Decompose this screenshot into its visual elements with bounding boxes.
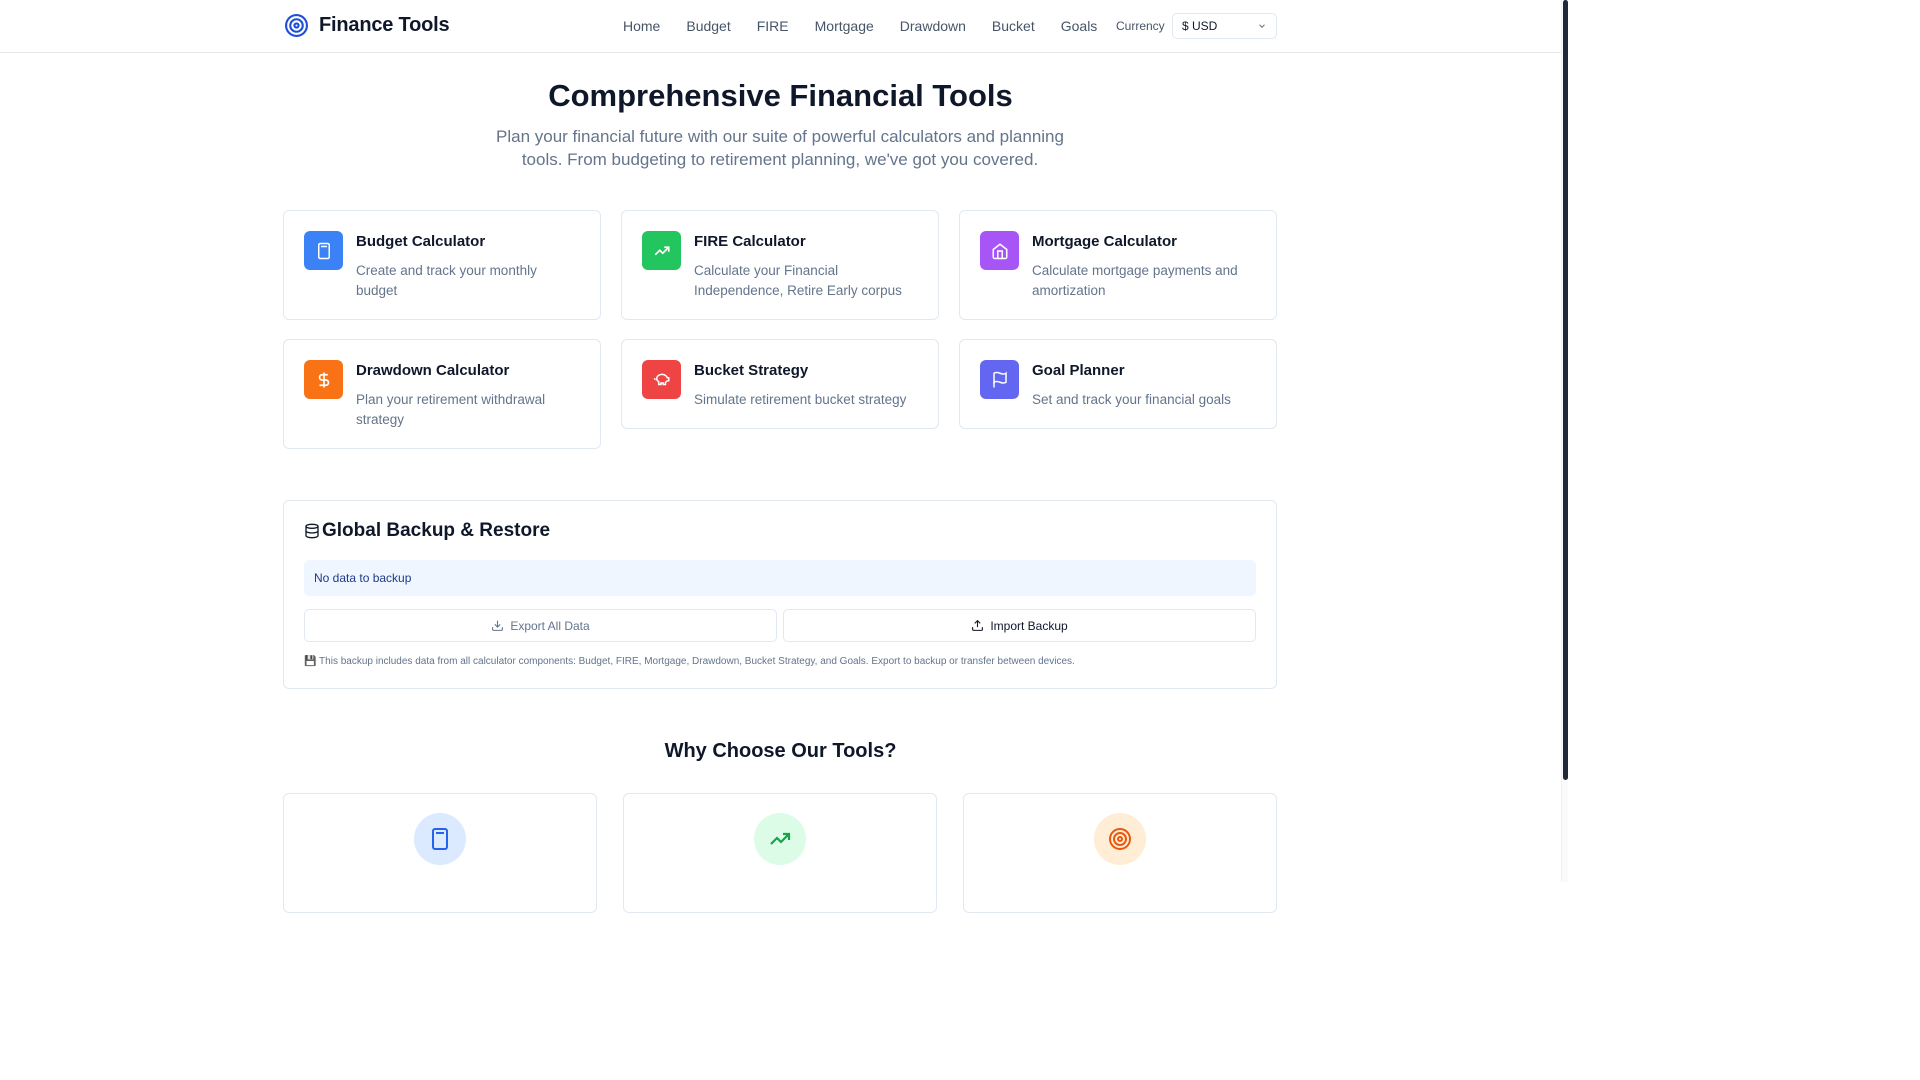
trending-up-icon <box>754 813 806 865</box>
backup-panel: Global Backup & Restore No data to backu… <box>283 500 1277 689</box>
tool-card-desc: Calculate mortgage payments and amortiza… <box>1032 263 1238 298</box>
tool-card-fire[interactable]: FIRE Calculator Calculate your Financial… <box>621 210 939 320</box>
calculator-icon <box>414 813 466 865</box>
tool-card-title: Mortgage Calculator <box>1032 233 1178 250</box>
tool-card-title: FIRE Calculator <box>694 233 806 250</box>
import-label: Import Backup <box>990 618 1068 633</box>
tool-card-mortgage[interactable]: Mortgage Calculator Calculate mortgage p… <box>959 210 1277 320</box>
nav-budget[interactable]: Budget <box>686 18 730 34</box>
top-nav-bar: Finance Tools Home Budget FIRE Mortgage … <box>0 0 1561 53</box>
currency-label: Currency <box>1116 19 1165 33</box>
nav-bucket[interactable]: Bucket <box>992 18 1035 34</box>
trending-up-icon <box>642 231 681 270</box>
brand-link[interactable]: Finance Tools <box>284 13 450 38</box>
nav-drawdown[interactable]: Drawdown <box>900 18 966 34</box>
download-icon <box>492 620 504 631</box>
backup-title: Global Backup & Restore <box>322 520 551 541</box>
export-label: Export All Data <box>510 618 590 633</box>
backup-note: 💾 This backup includes data from all cal… <box>304 656 1075 667</box>
tool-card-desc: Calculate your Financial Independence, R… <box>694 263 902 298</box>
tool-card-goals[interactable]: Goal Planner Set and track your financia… <box>959 339 1277 429</box>
brand-title: Finance Tools <box>319 14 450 36</box>
tool-card-desc: Set and track your financial goals <box>1032 392 1231 407</box>
flag-icon <box>980 360 1019 399</box>
import-backup-button[interactable]: Import Backup <box>783 609 1256 642</box>
nav-fire[interactable]: FIRE <box>757 18 789 34</box>
feature-card-growth <box>623 793 937 913</box>
home-icon <box>980 231 1019 270</box>
backup-heading: Global Backup & Restore <box>304 520 550 542</box>
scrollbar-thumb[interactable] <box>1563 0 1568 780</box>
tool-card-desc: Simulate retirement bucket strategy <box>694 392 907 407</box>
export-all-button[interactable]: Export All Data <box>304 609 777 642</box>
upload-icon <box>972 619 984 631</box>
feature-card-target <box>963 793 1277 913</box>
nav-home[interactable]: Home <box>623 18 660 34</box>
nav-goals[interactable]: Goals <box>1061 18 1098 34</box>
tool-card-title: Bucket Strategy <box>694 362 809 379</box>
chevron-down-icon <box>1259 24 1265 28</box>
main-nav: Home Budget FIRE Mortgage Drawdown Bucke… <box>623 18 1123 34</box>
tool-card-drawdown[interactable]: Drawdown Calculator Plan your retirement… <box>283 339 601 449</box>
page-scrollbar[interactable] <box>1561 0 1568 882</box>
piggy-bank-icon <box>642 360 681 399</box>
target-icon <box>1094 813 1146 865</box>
tool-card-title: Budget Calculator <box>356 233 486 250</box>
page-title: Comprehensive Financial Tools <box>548 78 1013 113</box>
tool-card-title: Goal Planner <box>1032 362 1125 379</box>
database-icon <box>305 523 319 539</box>
nav-mortgage[interactable]: Mortgage <box>815 18 874 34</box>
tool-card-title: Drawdown Calculator <box>356 362 510 379</box>
tool-card-budget[interactable]: Budget Calculator Create and track your … <box>283 210 601 320</box>
currency-value: $ USD <box>1182 19 1218 33</box>
tool-card-desc: Create and track your monthly budget <box>356 263 537 298</box>
tool-card-bucket[interactable]: Bucket Strategy Simulate retirement buck… <box>621 339 939 429</box>
tool-card-desc: Plan your retirement withdrawal strategy <box>356 392 546 427</box>
why-heading: Why Choose Our Tools? <box>664 740 897 762</box>
backup-status: No data to backup <box>304 560 1256 596</box>
currency-select[interactable]: $ USD <box>1172 13 1277 39</box>
dollar-icon <box>304 360 343 399</box>
target-logo-icon <box>285 14 308 37</box>
calculator-icon <box>304 231 343 270</box>
feature-card-calculator <box>283 793 597 913</box>
page-subtitle: Plan your financial future with our suit… <box>496 127 1064 169</box>
